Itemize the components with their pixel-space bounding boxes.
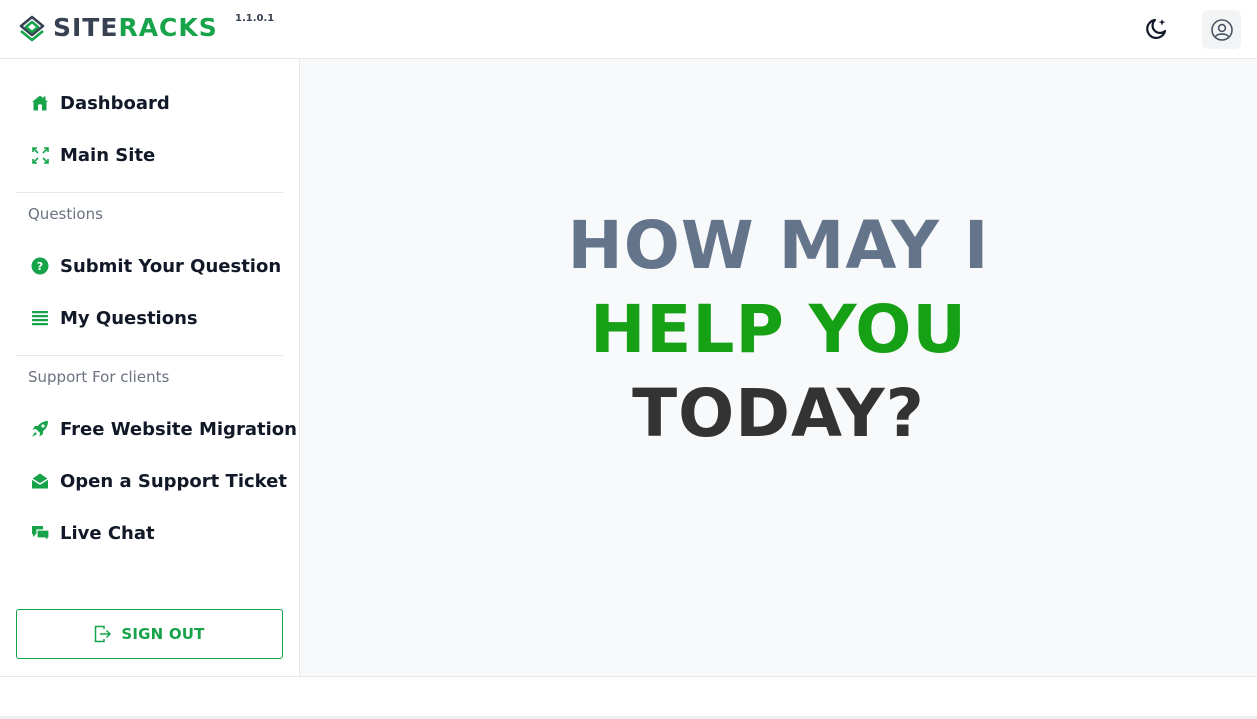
logo[interactable]: SITERACKS 1.1.0.1 <box>18 13 274 42</box>
sidebar-divider <box>16 192 283 193</box>
sidebar-item-main-site[interactable]: Main Site <box>16 133 283 177</box>
user-circle-icon <box>1210 18 1233 41</box>
hero-line-3: TODAY? <box>632 375 925 452</box>
user-menu-button[interactable] <box>1202 10 1241 49</box>
sidebar-item-label: Dashboard <box>60 92 170 114</box>
section-label-questions: Questions <box>28 205 103 223</box>
app-version: 1.1.0.1 <box>235 13 275 24</box>
moon-stars-icon <box>1146 18 1167 40</box>
sidebar-item-label: Live Chat <box>60 522 155 544</box>
sidebar-item-my-questions[interactable]: My Questions <box>16 296 283 340</box>
sidebar-item-label: Open a Support Ticket <box>60 470 287 492</box>
sign-out-icon <box>95 625 112 643</box>
home-icon <box>30 93 50 113</box>
expand-icon <box>30 145 50 165</box>
theme-toggle-button[interactable] <box>1141 14 1171 44</box>
rocket-icon <box>30 419 50 439</box>
envelope-open-icon <box>30 471 50 491</box>
sidebar-divider <box>16 355 283 356</box>
main-content: HOW MAY I HELP YOU TODAY? <box>300 59 1257 676</box>
logo-text-racks: RACKS <box>118 13 218 42</box>
sidebar-item-website-migration[interactable]: Free Website Migration <box>16 407 297 451</box>
list-icon <box>30 308 50 328</box>
logo-mark-icon <box>19 15 45 42</box>
sidebar-item-label: Main Site <box>60 144 156 166</box>
svg-text:?: ? <box>37 260 43 273</box>
sign-out-label: SIGN OUT <box>121 625 205 643</box>
sidebar-item-label: My Questions <box>60 307 198 329</box>
sidebar-item-label: Submit Your Question <box>60 255 282 277</box>
question-circle-icon: ? <box>30 256 50 276</box>
logo-text-site: SITE <box>53 13 119 42</box>
section-label-support: Support For clients <box>28 368 170 386</box>
sidebar-item-label: Free Website Migration <box>60 418 297 440</box>
sidebar-item-dashboard[interactable]: Dashboard <box>16 81 283 125</box>
chat-icon <box>30 523 50 543</box>
sidebar-item-submit-question[interactable]: ? Submit Your Question <box>16 244 283 288</box>
hero-heading: HOW MAY I HELP YOU TODAY? <box>300 204 1257 456</box>
footer <box>0 676 1257 719</box>
sidebar: Dashboard Main Site Questions ? Submit Y… <box>0 59 300 676</box>
sidebar-item-support-ticket[interactable]: Open a Support Ticket <box>16 459 287 503</box>
hero-line-1: HOW MAY I <box>567 207 990 284</box>
hero-line-2: HELP YOU <box>590 291 967 368</box>
sidebar-item-live-chat[interactable]: Live Chat <box>16 511 283 555</box>
logo-text: SITERACKS <box>53 14 218 42</box>
sign-out-button[interactable]: SIGN OUT <box>16 609 283 659</box>
top-bar: SITERACKS 1.1.0.1 <box>0 0 1257 59</box>
